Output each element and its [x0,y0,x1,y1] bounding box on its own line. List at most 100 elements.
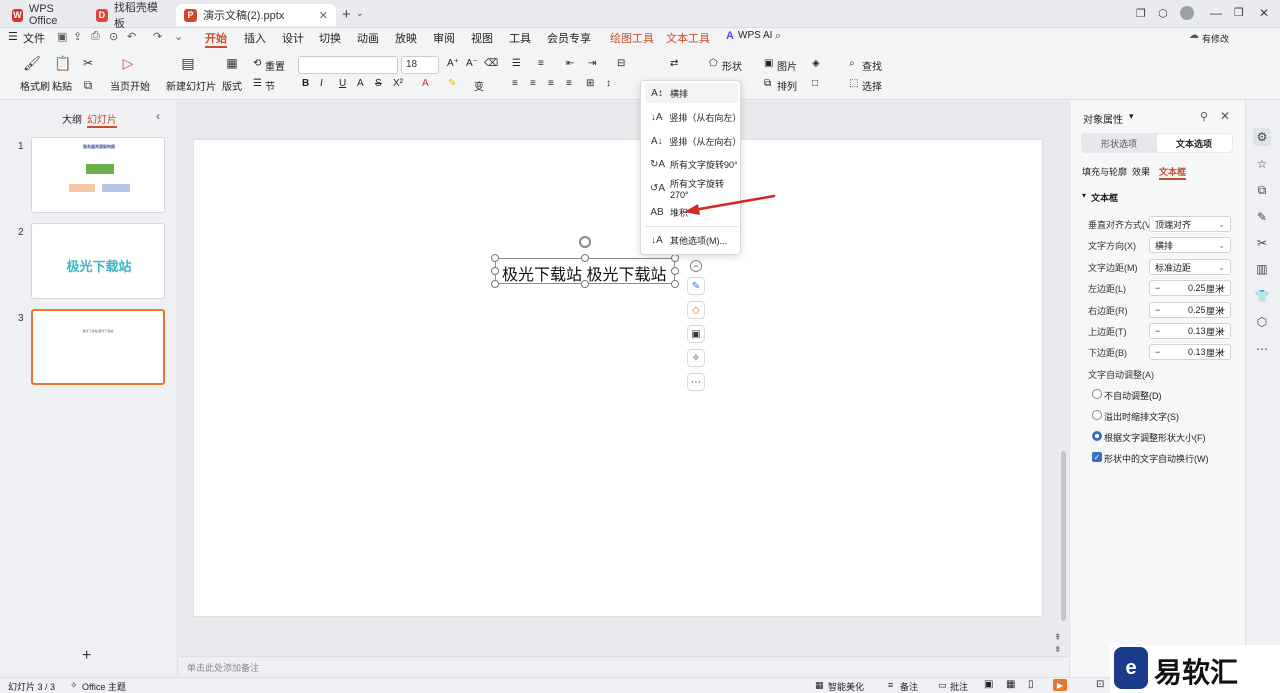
radio-label[interactable]: 溢出时缩排文字(S) [1104,410,1179,423]
radio-no-autofit[interactable] [1092,389,1102,399]
plus-icon[interactable]: + [1220,326,1225,336]
bottom-margin-stepper[interactable]: −0.13 厘米 + [1149,344,1231,360]
arrange-label[interactable]: 排列 [777,78,797,93]
notes-icon[interactable]: ≡ [888,680,893,690]
tab-wps-office[interactable]: W WPS Office [4,3,84,27]
play-icon[interactable]: ▷ [118,54,138,72]
restore-icon[interactable]: ❐ [1234,6,1244,19]
sorter-view-icon[interactable]: ▦ [1006,679,1015,690]
chevron-down-icon[interactable]: ⌄ [174,30,183,43]
minus-icon[interactable]: − [1155,347,1160,357]
comment-icon[interactable]: ▭ [938,680,947,691]
tab-shape-options[interactable]: 形状选项 [1101,137,1137,150]
italic-icon[interactable]: I [320,78,323,89]
layout-icon[interactable]: ▦ [222,54,242,72]
align-right-icon[interactable]: ≡ [548,78,554,89]
shrink-font-icon[interactable]: A⁻ [466,58,478,69]
format-painter-icon[interactable]: 🖌 [22,54,42,72]
scroll-up-icon[interactable]: ⇞ [1054,632,1062,643]
left-margin-stepper[interactable]: −0.25 厘米 + [1149,280,1231,296]
new-slide-icon[interactable]: ▤ [178,54,198,72]
arrange-icon[interactable]: ⧉ [764,78,771,89]
tab-transition[interactable]: 切换 [319,30,341,46]
preview-icon[interactable]: ⊙ [109,30,118,43]
fit-window-icon[interactable]: ⊡ [1096,679,1104,690]
minimize-icon[interactable]: — [1210,6,1222,20]
tab-view[interactable]: 视图 [471,30,493,46]
minus-icon[interactable]: − [1155,283,1160,293]
underline-icon[interactable]: U [339,78,346,89]
section-icon[interactable]: ☰ [253,78,262,89]
fill-icon[interactable]: ◈ [812,58,820,69]
stepper-value[interactable]: 0.13 [1188,347,1206,357]
notes-placeholder[interactable]: 单击此处添加备注 [187,661,259,674]
resize-handle[interactable] [581,280,589,288]
new-slide-label[interactable]: 新建幻灯片 [166,78,216,93]
pin-icon[interactable]: ⚲ [1200,110,1208,123]
chevron-down-icon[interactable]: ⌄ [356,8,364,19]
minus-icon[interactable]: − [1155,305,1160,315]
plus-icon[interactable]: + [1220,283,1225,293]
tab-text-options[interactable]: 文本选项 [1157,134,1232,152]
notes-button[interactable]: 备注 [900,680,918,693]
menu-wps-ai[interactable]: WPS AI [738,30,772,41]
menu-file[interactable]: 文件 [23,30,45,46]
scroll-down-icon[interactable]: ⇟ [1054,644,1062,655]
char-spacing-icon[interactable]: 变 [474,78,484,93]
subtab-fill[interactable]: 填充与轮廓 [1082,165,1127,178]
export-icon[interactable]: ⇪ [73,30,82,43]
from-current-label[interactable]: 当页开始 [110,78,150,93]
stepper-value[interactable]: 0.13 [1188,326,1206,336]
menu-item-vertical-ltr[interactable]: A↓ 竖排（从左向右） [645,131,742,151]
paste-icon[interactable]: 📋 [53,54,73,72]
stepper-value[interactable]: 0.25 [1188,283,1206,293]
distribute-icon[interactable]: ⊞ [586,78,594,89]
picture-icon[interactable]: ▣ [764,58,773,69]
magic-icon[interactable]: ✧ [687,349,705,367]
scrollbar-thumb[interactable] [1061,451,1066,621]
close-window-icon[interactable]: ✕ [1259,6,1269,20]
radio-resize-shape[interactable] [1092,431,1102,441]
right-margin-stepper[interactable]: −0.25 厘米 + [1149,302,1231,318]
numbering-icon[interactable]: ≡ [538,58,544,69]
tab-design[interactable]: 设计 [282,30,304,46]
normal-view-icon[interactable]: ▣ [984,679,993,690]
resize-handle[interactable] [671,254,679,262]
tab-review[interactable]: 审阅 [433,30,455,46]
shirt-icon[interactable]: 👕 [1253,287,1271,305]
section-label[interactable]: 节 [265,78,275,93]
find-icon[interactable]: ⌕ [849,58,855,69]
new-tab-icon[interactable]: + [342,6,351,23]
line-spacing-icon[interactable]: ↕ [606,78,611,89]
menu-item-rotate-90[interactable]: ↻A 所有文字旋转90° [645,154,738,174]
top-margin-stepper[interactable]: −0.13 厘米 + [1149,323,1231,339]
tab-home[interactable]: 开始 [205,30,227,48]
beautify-icon[interactable]: ▦ [815,680,824,691]
window-icon[interactable]: ❐ [1136,7,1146,20]
smart-beautify-button[interactable]: 智能美化 [828,680,864,693]
expand-icon[interactable]: ▾ [1082,191,1086,200]
font-family-select[interactable] [298,56,398,74]
menu-item-horizontal[interactable]: A↕ 横排 [645,83,738,103]
bold-icon[interactable]: B [302,78,309,89]
chevron-down-icon[interactable]: ▾ [1129,111,1134,122]
menu-item-vertical-rtl[interactable]: ↓A 竖排（从右向左） [645,107,742,127]
resize-handle[interactable] [671,267,679,275]
font-size-select[interactable]: 18 [401,56,439,74]
collapse-tools-icon[interactable]: − [690,260,702,272]
search-icon[interactable]: ⌕ [775,30,781,43]
bullets-icon[interactable]: ☰ [512,58,521,69]
resize-handle[interactable] [491,267,499,275]
radio-label[interactable]: 根据文字调整形状大小(F) [1104,431,1206,444]
slide-thumbnail-1[interactable]: 服务器资源架构图 [31,137,165,213]
vertical-scrollbar[interactable] [1060,101,1068,656]
shape-panel-icon[interactable]: ⬡ [1253,313,1271,331]
tab-document[interactable]: P 演示文稿(2).pptx ✕ [176,4,336,26]
shape-icon[interactable]: ⬠ [709,58,718,69]
undo-icon[interactable]: ↶ [127,30,136,43]
tab-tools[interactable]: 工具 [509,30,531,46]
subtab-textbox[interactable]: 文本框 [1159,165,1187,180]
checkbox-label[interactable]: 形状中的文字自动换行(W) [1104,452,1209,465]
save-icon[interactable]: ▣ [57,30,67,43]
theme-name[interactable]: Office 主题 [82,680,126,693]
